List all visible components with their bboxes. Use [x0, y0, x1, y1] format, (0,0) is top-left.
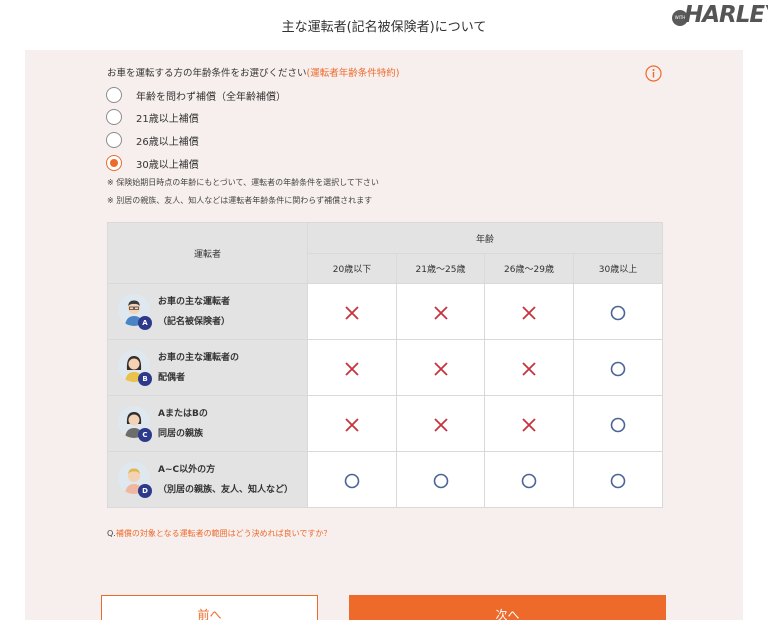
table-row: C AまたはBの 同居の親族: [107, 395, 664, 452]
driver-cell: A お車の主な運転者 （記名被保険者）: [107, 283, 308, 340]
question-tag-link[interactable]: (運転者年齢条件特約): [307, 68, 400, 79]
faq-question: Q.補償の対象となる運転者の範囲はどう決めれば良いですか？: [107, 528, 331, 539]
logo-text: HARLEY: [684, 2, 768, 28]
cross-icon: [345, 305, 359, 320]
harley-logo[interactable]: WITH HARLEY: [672, 2, 768, 32]
circle-icon: [610, 361, 626, 376]
age-column-header: 年齢: [306, 222, 664, 254]
cross-icon: [433, 417, 448, 432]
driver-relation: 同居の親族: [158, 428, 204, 439]
mark-cell: [484, 451, 574, 508]
mark-cell: [484, 339, 574, 396]
driver-cell: B お車の主な運転者の 配偶者: [107, 339, 308, 396]
next-button[interactable]: 次へ: [349, 595, 666, 620]
mark-cell: [396, 283, 485, 340]
driver-cell: C AまたはBの 同居の親族: [107, 395, 308, 452]
circle-icon: [610, 417, 626, 432]
mark-cell: [484, 283, 574, 340]
option-label: 30歳以上補償: [136, 159, 199, 171]
prev-button[interactable]: 前へ: [101, 595, 318, 620]
driver-column-header: 運転者: [107, 222, 308, 284]
mark-cell: [572, 395, 664, 452]
info-icon[interactable]: [645, 65, 662, 82]
note-age-basis: ※ 保険始期日時点の年齢にもとづいて、運転者の年齢条件を選択して下さい: [107, 178, 379, 187]
age-option-21[interactable]: 21歳以上補償: [106, 108, 199, 126]
mark-cell: [307, 451, 397, 508]
driver-avatar-b: B: [118, 349, 152, 386]
driver-name: お車の主な運転者の: [158, 352, 240, 363]
table-row: D A~C以外の方 （別居の親族、友人、知人など）: [107, 451, 664, 508]
faq-prefix: Q.: [107, 529, 116, 538]
note-other-drivers: ※ 別居の親族、友人、知人などは運転者年齢条件に関わらず補償されます: [107, 196, 373, 205]
mark-cell: [396, 395, 485, 452]
option-label: 年齢を問わず補償（全年齢補償）: [136, 91, 286, 103]
driver-avatar-a: A: [118, 293, 152, 330]
mark-cell: [572, 283, 664, 340]
cross-icon: [522, 417, 536, 432]
age-condition-question: お車を運転する方の年齢条件をお選びください(運転者年齢条件特約): [107, 65, 399, 79]
mark-cell: [396, 339, 485, 396]
option-label: 21歳以上補償: [136, 113, 199, 125]
option-label: 26歳以上補償: [136, 136, 199, 148]
age-option-26[interactable]: 26歳以上補償: [106, 131, 199, 149]
cross-icon: [433, 361, 448, 376]
driver-relation: （別居の親族、友人、知人など）: [158, 484, 294, 495]
age-col-30: 30歳以上: [572, 253, 664, 284]
circle-icon: [344, 473, 360, 488]
radio-button[interactable]: [106, 87, 122, 103]
driver-relation: （記名被保険者）: [158, 316, 231, 327]
age-col-26-29: 26歳〜29歳: [484, 253, 574, 284]
driver-avatar-c: C: [118, 405, 152, 442]
driver-avatar-d: D: [118, 461, 152, 498]
age-col-20: 20歳以下: [307, 253, 397, 284]
mark-cell: [307, 339, 397, 396]
mark-cell: [307, 283, 397, 340]
mark-cell: [572, 451, 664, 508]
cross-icon: [522, 361, 536, 376]
driver-name: お車の主な運転者: [158, 296, 231, 307]
badge-b: B: [138, 371, 152, 386]
badge-c: C: [138, 427, 152, 442]
age-col-21-25: 21歳〜25歳: [396, 253, 485, 284]
question-text: お車を運転する方の年齢条件をお選びください: [107, 68, 307, 79]
cross-icon: [345, 361, 359, 376]
circle-icon: [610, 305, 626, 320]
cross-icon: [522, 305, 536, 320]
cross-icon: [433, 305, 448, 320]
table-row: B お車の主な運転者の 配偶者: [107, 339, 664, 396]
page-title: 主な運転者(記名被保険者)について: [281, 20, 487, 35]
age-option-all[interactable]: 年齢を問わず補償（全年齢補償）: [106, 86, 286, 104]
badge-d: D: [138, 483, 152, 498]
radio-button-selected[interactable]: [106, 155, 122, 171]
driver-relation: 配偶者: [158, 372, 186, 383]
radio-button[interactable]: [106, 132, 122, 148]
mark-cell: [572, 339, 664, 396]
circle-icon: [433, 473, 448, 488]
driver-name: AまたはBの: [158, 408, 208, 419]
age-option-30[interactable]: 30歳以上補償: [106, 154, 199, 172]
table-row: A お車の主な運転者 （記名被保険者）: [107, 283, 664, 340]
mark-cell: [484, 395, 574, 452]
cross-icon: [345, 417, 359, 432]
radio-button[interactable]: [106, 109, 122, 125]
mark-cell: [396, 451, 485, 508]
mark-cell: [307, 395, 397, 452]
circle-icon: [521, 473, 537, 488]
faq-link[interactable]: 補償の対象となる運転者の範囲はどう決めれば良いですか？: [116, 529, 332, 538]
circle-icon: [610, 473, 626, 488]
badge-a: A: [138, 315, 152, 330]
driver-name: A~C以外の方: [158, 464, 216, 475]
age-coverage-table: 運転者 年齢 20歳以下 21歳〜25歳 26歳〜29歳 30歳以上 A お車の…: [107, 222, 664, 508]
driver-cell: D A~C以外の方 （別居の親族、友人、知人など）: [107, 451, 308, 508]
